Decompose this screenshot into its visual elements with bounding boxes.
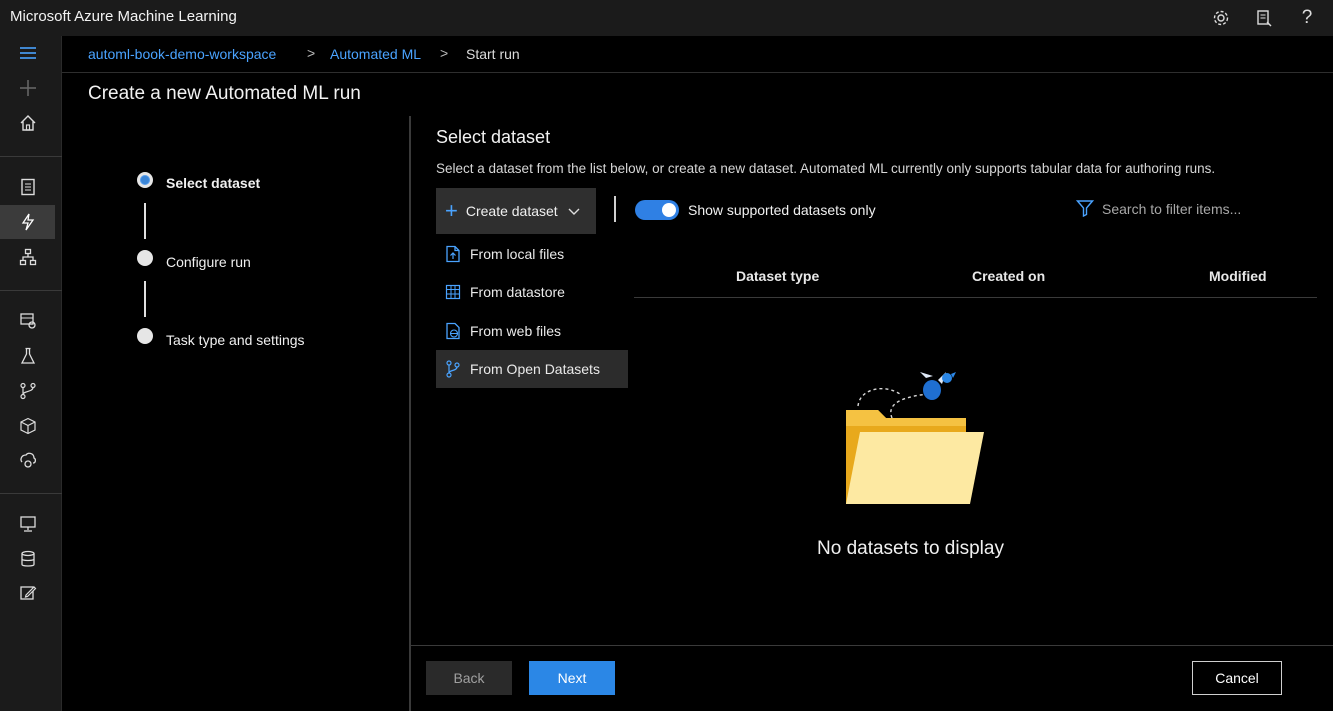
section-description: Select a dataset from the list below, or… bbox=[436, 161, 1216, 176]
column-header-modified[interactable]: Modified bbox=[1209, 268, 1267, 284]
empty-folder-illustration bbox=[846, 372, 984, 504]
endpoints-icon[interactable] bbox=[0, 443, 55, 477]
supported-datasets-toggle[interactable] bbox=[635, 200, 679, 220]
pipelines-icon[interactable] bbox=[0, 374, 55, 408]
breadcrumb: automl-book-demo-workspace > Automated M… bbox=[62, 36, 1333, 73]
filter-icon bbox=[1075, 199, 1095, 222]
notebooks-icon[interactable] bbox=[0, 170, 55, 204]
chevron-down-icon bbox=[568, 203, 580, 219]
menu-item-local-files[interactable]: From local files bbox=[436, 235, 628, 273]
toolbar-separator bbox=[614, 196, 616, 222]
web-file-icon bbox=[444, 322, 462, 340]
designer-icon[interactable] bbox=[0, 240, 55, 274]
search-filter-input[interactable] bbox=[1102, 199, 1302, 219]
toggle-label: Show supported datasets only bbox=[688, 202, 876, 218]
column-header-created-on[interactable]: Created on bbox=[972, 268, 1045, 284]
menu-item-label: From local files bbox=[470, 246, 565, 262]
breadcrumb-automated-ml-link[interactable]: Automated ML bbox=[330, 46, 421, 62]
plus-icon: + bbox=[445, 198, 458, 223]
left-nav-rail bbox=[0, 36, 62, 711]
empty-state-message: No datasets to display bbox=[817, 538, 1004, 559]
create-dataset-label: Create dataset bbox=[465, 203, 558, 219]
back-button[interactable]: Back bbox=[426, 661, 512, 695]
breadcrumb-separator: > bbox=[307, 45, 316, 61]
toggle-knob bbox=[662, 203, 676, 217]
hamburger-menu-icon[interactable] bbox=[0, 36, 55, 70]
open-datasets-icon bbox=[444, 360, 462, 378]
menu-item-label: From datastore bbox=[470, 284, 565, 300]
panel-divider bbox=[409, 116, 411, 711]
page-title: Create a new Automated ML run bbox=[88, 83, 361, 104]
create-new-icon[interactable] bbox=[0, 71, 55, 105]
step-indicator-current bbox=[137, 172, 153, 188]
breadcrumb-workspace-link[interactable]: automl-book-demo-workspace bbox=[88, 46, 276, 62]
models-icon[interactable] bbox=[0, 409, 55, 443]
footer-divider bbox=[410, 645, 1333, 646]
table-header-divider bbox=[634, 297, 1317, 298]
data-labeling-icon[interactable] bbox=[0, 576, 55, 610]
next-button[interactable]: Next bbox=[529, 661, 615, 695]
step-indicator bbox=[137, 250, 153, 266]
step-task-type-settings[interactable]: Task type and settings bbox=[166, 332, 305, 348]
create-dataset-button[interactable]: + Create dataset bbox=[436, 188, 596, 234]
file-upload-icon bbox=[444, 245, 462, 263]
menu-item-datastore[interactable]: From datastore bbox=[436, 273, 628, 311]
menu-item-open-datasets[interactable]: From Open Datasets bbox=[436, 350, 628, 388]
home-icon[interactable] bbox=[0, 106, 55, 140]
section-title: Select dataset bbox=[436, 127, 551, 147]
compute-icon[interactable] bbox=[0, 507, 55, 541]
cancel-button[interactable]: Cancel bbox=[1192, 661, 1282, 695]
step-indicator bbox=[137, 328, 153, 344]
help-icon[interactable]: ? bbox=[1294, 5, 1320, 31]
experiments-icon[interactable] bbox=[0, 339, 55, 373]
column-header-dataset-type[interactable]: Dataset type bbox=[736, 268, 819, 284]
menu-item-label: From Open Datasets bbox=[470, 361, 600, 377]
step-connector bbox=[144, 281, 146, 317]
table-grid-icon bbox=[444, 283, 462, 301]
step-select-dataset[interactable]: Select dataset bbox=[166, 175, 260, 191]
datastores-icon[interactable] bbox=[0, 542, 55, 576]
bird-icon bbox=[920, 372, 956, 400]
app-title: Microsoft Azure Machine Learning bbox=[10, 8, 237, 25]
settings-icon[interactable] bbox=[1208, 5, 1234, 31]
menu-item-web-files[interactable]: From web files bbox=[436, 312, 628, 350]
step-configure-run[interactable]: Configure run bbox=[166, 254, 251, 270]
datasets-icon[interactable] bbox=[0, 304, 55, 338]
automated-ml-icon[interactable] bbox=[0, 205, 55, 239]
breadcrumb-separator: > bbox=[440, 45, 449, 61]
top-bar: Microsoft Azure Machine Learning ? bbox=[0, 0, 1333, 36]
feedback-icon[interactable] bbox=[1251, 5, 1277, 31]
step-connector bbox=[144, 203, 146, 239]
menu-item-label: From web files bbox=[470, 323, 562, 339]
breadcrumb-current: Start run bbox=[466, 46, 520, 62]
